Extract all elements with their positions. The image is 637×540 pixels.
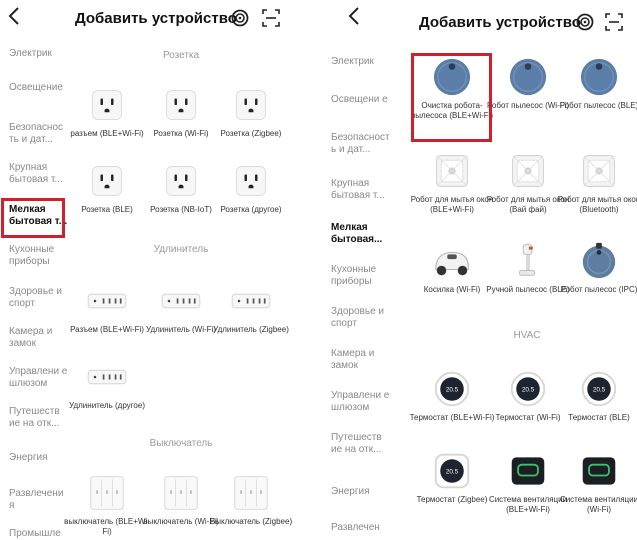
thermostat-icon: 20.5 <box>507 368 549 410</box>
section-title: Выключатель <box>149 438 213 449</box>
qr-scan-icon <box>605 13 623 31</box>
screen-left: Добавить устройство Электрик Освещение Без… <box>0 0 318 540</box>
sidebar-item[interactable]: Освещени е <box>331 94 393 106</box>
qr-scan-button[interactable] <box>262 9 280 27</box>
power-strip-icon <box>86 356 128 398</box>
power-strip-icon <box>86 280 128 322</box>
robot-vacuum-icon <box>431 56 473 98</box>
sidebar-item[interactable]: Электрик <box>9 48 71 60</box>
sidebar-item[interactable]: Путешеств ие на отк... <box>331 432 393 456</box>
device-tile[interactable]: Робот пылесос (IPC) <box>554 240 637 295</box>
ventilation-icon <box>507 450 549 492</box>
qr-scan-icon <box>262 9 280 27</box>
window-robot-icon <box>578 150 620 192</box>
scan-device-button[interactable] <box>231 9 249 27</box>
device-label: Удлинитель (Zigbee) <box>213 325 289 334</box>
socket-icon <box>86 84 128 126</box>
device-tile[interactable]: Робот пылесос (BLE) <box>554 56 637 111</box>
device-label: Розетка (другое) <box>220 205 282 214</box>
device-label: Робот для мытья окон (Bluetooth) <box>557 195 637 214</box>
sidebar-item[interactable]: Энергия <box>331 486 393 498</box>
sidebar-item[interactable]: Управлени е шлюзом <box>331 390 393 414</box>
socket-icon <box>160 160 202 202</box>
chevron-left-icon <box>8 7 19 25</box>
page-title: Добавить устройство <box>75 10 237 27</box>
wall-switch-icon <box>230 472 272 514</box>
svg-text:20.5: 20.5 <box>522 387 535 394</box>
power-strip-icon <box>160 280 202 322</box>
section-title: Удлинитель <box>153 244 209 255</box>
device-label: Розетка (Zigbee) <box>220 129 282 138</box>
device-tile[interactable]: Удлинитель (Zigbee) <box>206 280 296 335</box>
socket-icon <box>230 160 272 202</box>
sidebar-item[interactable]: Камера и замок <box>331 348 393 372</box>
sidebar-item[interactable]: Здоровье и спорт <box>331 306 393 330</box>
sidebar-item[interactable]: Энергия <box>9 452 71 464</box>
chevron-left-icon <box>348 7 359 25</box>
category-sidebar: Электрик Освещени е Безопасност ь и дат...… <box>322 40 394 540</box>
header: Добавить устройство <box>0 0 318 36</box>
thermostat-icon: 20.5 <box>431 368 473 410</box>
power-strip-icon <box>230 280 272 322</box>
sidebar-item[interactable]: Мелкая бытовая... <box>331 222 393 246</box>
wall-switch-icon <box>160 472 202 514</box>
sidebar-item[interactable]: Кухонные приборы <box>9 244 71 268</box>
svg-text:20.5: 20.5 <box>446 387 459 394</box>
device-label: Термостат (BLE) <box>568 413 630 422</box>
camera-vacuum-icon <box>578 240 620 282</box>
page-title: Добавить устройство <box>419 14 581 31</box>
device-tile[interactable]: Удлинитель (другое) <box>62 356 152 411</box>
device-label: Выключатель (Zigbee) <box>209 517 293 526</box>
device-label: Робот пылесос (BLE) <box>559 101 637 110</box>
ventilation-icon <box>578 450 620 492</box>
section-title: HVAC <box>513 330 541 341</box>
sidebar-item[interactable]: Безопасност ь и дат... <box>331 132 393 156</box>
screen-right: Добавить устройство Электрик Освещени е Бе… <box>322 0 637 540</box>
header: Добавить устройство <box>322 0 637 36</box>
thermostat-icon: 20.5 <box>578 368 620 410</box>
window-robot-icon <box>431 150 473 192</box>
thermostat-square-icon: 20.5 <box>431 450 473 492</box>
device-tile[interactable]: Розетка (другое) <box>206 160 296 215</box>
back-button[interactable] <box>348 6 368 30</box>
radar-scan-icon <box>231 9 249 27</box>
socket-icon <box>86 160 128 202</box>
device-tile[interactable]: Система вентиляции (Wi-Fi) <box>554 450 637 515</box>
sidebar-item[interactable]: Развлечен <box>331 522 393 534</box>
sidebar-item[interactable]: Кухонные приборы <box>331 264 393 288</box>
robot-vacuum-icon <box>578 56 620 98</box>
sidebar-item[interactable]: Электрик <box>331 56 393 68</box>
device-label: Система вентиляции (Wi-Fi) <box>559 495 637 514</box>
mower-icon <box>431 240 473 282</box>
handheld-vacuum-icon <box>507 240 549 282</box>
device-tile[interactable]: Выключатель (Zigbee) <box>206 472 296 527</box>
radar-scan-icon <box>576 13 594 31</box>
wall-switch-icon <box>86 472 128 514</box>
device-label: Робот пылесос (IPC) <box>560 285 637 294</box>
back-button[interactable] <box>8 6 28 30</box>
socket-icon <box>160 84 202 126</box>
robot-vacuum-icon <box>507 56 549 98</box>
device-label: Удлинитель (другое) <box>69 401 145 410</box>
section-title: Розетка <box>162 50 200 61</box>
socket-icon <box>230 84 272 126</box>
svg-text:20.5: 20.5 <box>446 469 459 476</box>
device-tile[interactable]: Робот для мытья окон (Bluetooth) <box>554 150 637 215</box>
qr-scan-button[interactable] <box>605 13 623 31</box>
sidebar-item[interactable]: Крупная бытовая т... <box>331 178 393 202</box>
window-robot-icon <box>507 150 549 192</box>
svg-text:20.5: 20.5 <box>593 387 606 394</box>
device-tile[interactable]: Розетка (Zigbee) <box>206 84 296 139</box>
device-tile[interactable]: 20.5 Термостат (BLE) <box>554 368 637 423</box>
scan-device-button[interactable] <box>576 13 594 31</box>
